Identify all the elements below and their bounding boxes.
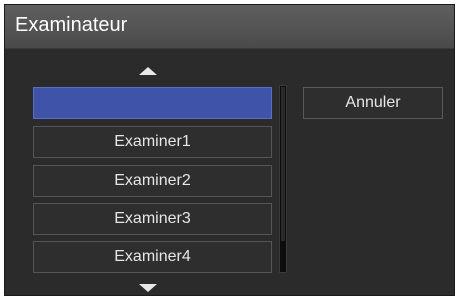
examiner-dialog: Examinateur Examiner1 Examiner2 Examiner… [4,4,455,296]
examiner-list-item-empty[interactable] [33,87,272,119]
examiner-list-item-2[interactable]: Examiner2 [33,165,272,197]
examiner-list-item-3[interactable]: Examiner3 [33,203,272,235]
scroll-up-arrow-icon[interactable] [139,67,157,75]
examiner-list-item-4[interactable]: Examiner4 [33,241,272,273]
examiner-list-item-1[interactable]: Examiner1 [33,126,272,158]
scrollbar-thumb[interactable] [281,87,285,241]
dialog-titlebar: Examinateur [5,5,454,49]
cancel-button[interactable]: Annuler [303,87,443,119]
dialog-title: Examinateur [15,14,128,36]
scroll-down-arrow-icon[interactable] [139,284,157,292]
list-scrollbar[interactable] [279,85,287,273]
